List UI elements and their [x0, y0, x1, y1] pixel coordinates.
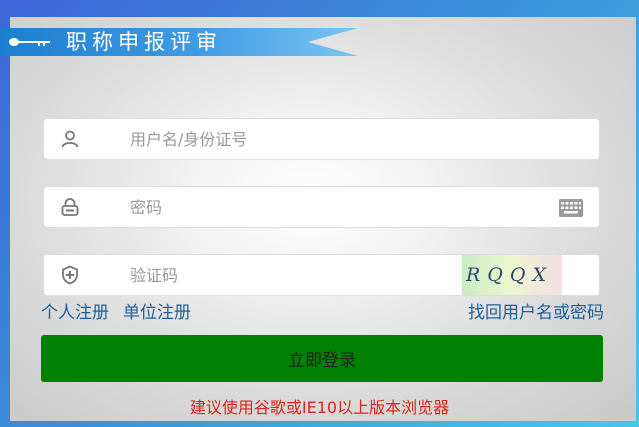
- username-input[interactable]: [130, 123, 530, 155]
- captcha-text: RQQX: [466, 264, 553, 286]
- title-banner: 职称申报评审: [0, 28, 358, 56]
- browser-notice: 建议使用谷歌或IE10以上版本浏览器: [189, 398, 450, 417]
- lock-icon: [61, 198, 79, 216]
- page-title: 职称申报评审: [66, 30, 222, 54]
- captcha-input[interactable]: [130, 259, 430, 291]
- password-field: [43, 186, 600, 228]
- captcha-image[interactable]: RQQX: [462, 255, 562, 295]
- personal-register-link[interactable]: 个人注册: [41, 300, 109, 326]
- captcha-field: RQQX: [43, 254, 600, 296]
- username-field: [43, 118, 600, 160]
- keyboard-icon[interactable]: [559, 199, 583, 217]
- shield-plus-icon: [62, 265, 78, 285]
- login-button[interactable]: 立即登录: [41, 335, 603, 382]
- unit-register-link[interactable]: 单位注册: [123, 300, 191, 326]
- password-input[interactable]: [130, 191, 530, 223]
- recover-account-link[interactable]: 找回用户名或密码: [468, 300, 604, 326]
- key-icon: [9, 38, 50, 46]
- user-icon: [61, 130, 79, 148]
